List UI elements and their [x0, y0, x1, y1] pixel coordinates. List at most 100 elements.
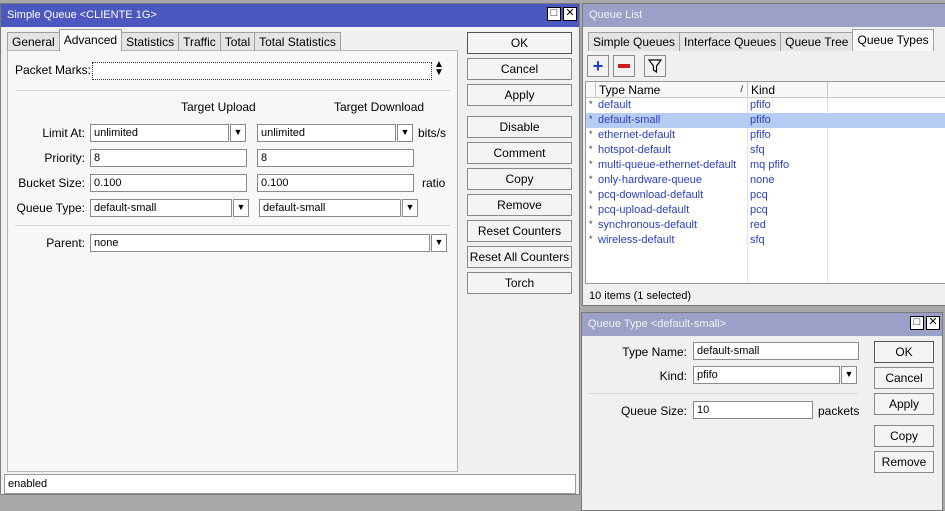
- row-marker: *: [589, 219, 593, 229]
- column-kind[interactable]: Kind: [748, 82, 828, 98]
- packet-marks-updown-icon[interactable]: ▲ ▼: [434, 60, 444, 78]
- tab-simple-queues[interactable]: Simple Queues: [588, 32, 681, 51]
- queue-type-titlebar[interactable]: Queue Type <default-small> □ ✕: [582, 313, 942, 336]
- cancel-button[interactable]: Cancel: [874, 367, 934, 389]
- priority-upload-field[interactable]: 8: [90, 149, 247, 167]
- copy-button[interactable]: Copy: [874, 425, 934, 447]
- table-row[interactable]: * pcq-download-default pcq: [586, 188, 945, 203]
- reset-counters-button[interactable]: Reset Counters: [467, 220, 572, 242]
- type-name-label: Type Name:: [622, 345, 687, 359]
- queue-type-upload-field[interactable]: default-small: [90, 199, 232, 217]
- tab-advanced[interactable]: Advanced: [58, 29, 123, 51]
- tab-interface-queues[interactable]: Interface Queues: [679, 32, 782, 51]
- advanced-panel: Packet Marks: ▲ ▼ Target Upload Target Do…: [7, 50, 458, 472]
- table-row[interactable]: * default-small pfifo: [586, 113, 945, 128]
- copy-button[interactable]: Copy: [467, 168, 572, 190]
- simple-queue-tabs: General Advanced Statistics Traffic Tota…: [7, 29, 341, 51]
- limit-at-download-dropdown-icon[interactable]: ▼: [397, 124, 413, 142]
- row-type-name: multi-queue-ethernet-default: [598, 159, 737, 171]
- type-name-field[interactable]: default-small: [693, 342, 859, 360]
- limit-at-upload-field[interactable]: unlimited: [90, 124, 229, 142]
- kind-field[interactable]: pfifo: [693, 366, 840, 384]
- table-row[interactable]: * wireless-default sfq: [586, 233, 945, 248]
- priority-download-field[interactable]: 8: [257, 149, 414, 167]
- reset-all-counters-button[interactable]: Reset All Counters: [467, 246, 572, 268]
- add-icon[interactable]: +: [587, 55, 609, 77]
- limit-at-label: Limit At:: [42, 126, 85, 140]
- row-type-name: synchronous-default: [598, 219, 698, 231]
- row-marker: *: [589, 129, 593, 139]
- table-row[interactable]: * ethernet-default pfifo: [586, 128, 945, 143]
- row-type-name: ethernet-default: [598, 129, 676, 141]
- limit-unit: bits/s: [418, 126, 447, 140]
- sort-indicator: /: [740, 84, 743, 94]
- simple-queue-titlebar[interactable]: Simple Queue <CLIENTE 1G> □ ✕: [1, 4, 579, 27]
- tab-total-statistics[interactable]: Total Statistics: [254, 32, 341, 51]
- row-marker: *: [589, 144, 593, 154]
- queue-type-download-field[interactable]: default-small: [259, 199, 401, 217]
- queue-size-field[interactable]: 10: [693, 401, 813, 419]
- limit-at-download-field[interactable]: unlimited: [257, 124, 396, 142]
- remove-button[interactable]: Remove: [467, 194, 572, 216]
- tab-queue-types[interactable]: Queue Types: [852, 29, 934, 51]
- limit-at-upload-dropdown-icon[interactable]: ▼: [230, 124, 246, 142]
- apply-button[interactable]: Apply: [874, 393, 934, 415]
- close-icon[interactable]: ✕: [926, 316, 940, 330]
- parent-field[interactable]: none: [90, 234, 430, 252]
- queue-type-download-dropdown-icon[interactable]: ▼: [402, 199, 418, 217]
- row-kind: pfifo: [750, 99, 771, 111]
- filter-icon[interactable]: [644, 55, 666, 77]
- ok-button[interactable]: OK: [874, 341, 934, 363]
- priority-label: Priority:: [44, 151, 85, 165]
- window-title: Queue Type <default-small>: [588, 318, 726, 330]
- queue-size-unit: packets: [818, 404, 860, 418]
- table-row[interactable]: * multi-queue-ethernet-default mq pfifo: [586, 158, 945, 173]
- parent-dropdown-icon[interactable]: ▼: [431, 234, 447, 252]
- row-kind: pfifo: [750, 129, 771, 141]
- row-type-name: only-hardware-queue: [598, 174, 702, 186]
- ok-button[interactable]: OK: [467, 32, 572, 54]
- queue-types-table: Type Name / Kind * default pfifo * default-s…: [585, 81, 945, 284]
- row-type-name: pcq-upload-default: [598, 204, 690, 216]
- column-type-name[interactable]: Type Name /: [596, 82, 748, 98]
- queue-list-titlebar[interactable]: Queue List: [583, 4, 945, 27]
- remove-icon[interactable]: [613, 55, 635, 77]
- queue-list-window: Queue List Simple Queues Interface Queue…: [582, 3, 945, 306]
- bucket-unit: ratio: [422, 176, 446, 190]
- apply-button[interactable]: Apply: [467, 84, 572, 106]
- disable-button[interactable]: Disable: [467, 116, 572, 138]
- table-row[interactable]: * pcq-upload-default pcq: [586, 203, 945, 218]
- bucket-upload-field[interactable]: 0.100: [90, 174, 247, 192]
- parent-label: Parent:: [46, 236, 85, 250]
- comment-button[interactable]: Comment: [467, 142, 572, 164]
- tab-general[interactable]: General: [7, 32, 60, 51]
- window-title: Queue List: [589, 9, 643, 21]
- table-row[interactable]: * only-hardware-queue none: [586, 173, 945, 188]
- kind-dropdown-icon[interactable]: ▼: [841, 366, 857, 384]
- bucket-download-field[interactable]: 0.100: [257, 174, 414, 192]
- row-type-name: default: [598, 99, 632, 111]
- tab-statistics[interactable]: Statistics: [121, 32, 180, 51]
- packet-marks-field[interactable]: [92, 62, 432, 80]
- queue-type-upload-dropdown-icon[interactable]: ▼: [233, 199, 249, 217]
- table-header: Type Name / Kind: [586, 82, 945, 98]
- remove-button[interactable]: Remove: [874, 451, 934, 473]
- tab-total[interactable]: Total: [219, 32, 256, 51]
- table-row[interactable]: * default pfifo: [586, 98, 945, 113]
- tab-traffic[interactable]: Traffic: [178, 32, 221, 51]
- maximize-icon[interactable]: □: [547, 7, 561, 21]
- row-kind: mq pfifo: [750, 159, 790, 171]
- queue-size-label: Queue Size:: [620, 404, 687, 418]
- tab-queue-tree[interactable]: Queue Tree: [780, 32, 854, 51]
- table-row[interactable]: * synchronous-default red: [586, 218, 945, 233]
- cancel-button[interactable]: Cancel: [467, 58, 572, 80]
- torch-button[interactable]: Torch: [467, 272, 572, 294]
- maximize-icon[interactable]: □: [910, 316, 924, 330]
- row-kind: red: [750, 219, 766, 231]
- table-row[interactable]: * hotspot-default sfq: [586, 143, 945, 158]
- row-kind: sfq: [750, 234, 765, 246]
- row-kind: pcq: [750, 189, 768, 201]
- close-icon[interactable]: ✕: [563, 7, 577, 21]
- status-bar: enabled: [4, 474, 576, 494]
- target-upload-header: Target Upload: [181, 100, 256, 114]
